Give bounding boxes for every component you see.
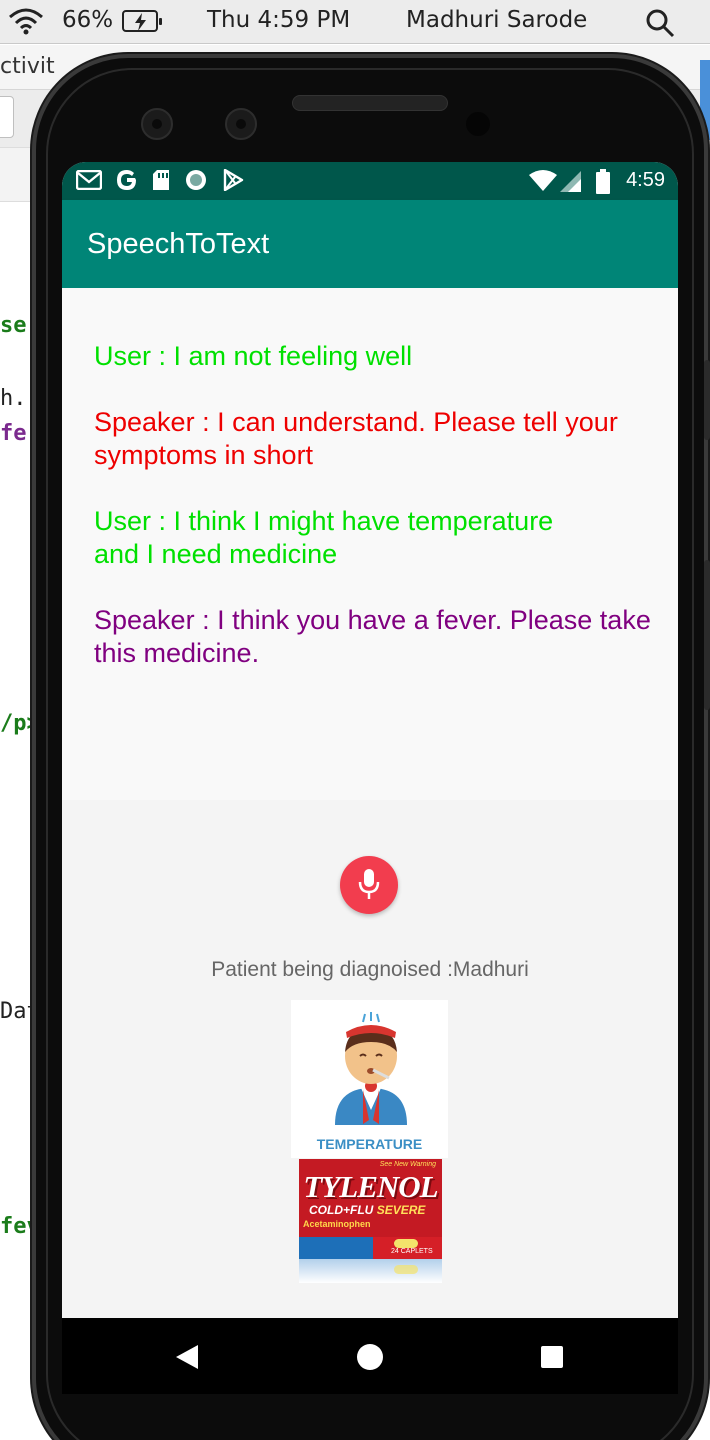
screen-root: 66% Thu 4:59 PM Madhuri Sarode ctivit se… bbox=[0, 0, 710, 1440]
medicine-image: See New Warning TYLENOL COLD+FLU SEVERE … bbox=[299, 1159, 442, 1283]
chat-message: Speaker : I can understand. Please tell … bbox=[94, 407, 618, 470]
circle-notification-icon bbox=[184, 168, 208, 197]
speak-mic-button[interactable] bbox=[340, 856, 398, 914]
caplet-icon bbox=[394, 1239, 418, 1248]
volume-button bbox=[704, 360, 710, 440]
google-icon bbox=[116, 169, 138, 196]
front-camera-icon bbox=[225, 108, 257, 140]
menu-user-name[interactable]: Madhuri Sarode bbox=[406, 7, 587, 33]
app-title: SpeechToText bbox=[87, 228, 270, 260]
play-store-icon bbox=[222, 168, 244, 196]
power-button bbox=[704, 560, 710, 710]
patient-label: Patient being diagnoised :Madhuri bbox=[211, 958, 529, 981]
battery-charging-icon[interactable] bbox=[122, 10, 162, 32]
proximity-sensor bbox=[466, 112, 490, 136]
chat-message: User : I think I might have temperature … bbox=[94, 506, 554, 569]
battery-percent[interactable]: 66% bbox=[62, 7, 113, 33]
medicine-subtitle-prefix: COLD+FLU bbox=[309, 1203, 374, 1217]
front-camera-icon bbox=[141, 108, 173, 140]
medicine-brand: TYLENOL bbox=[303, 1169, 438, 1204]
medicine-reflection bbox=[299, 1259, 442, 1283]
medicine-ingredient: Acetaminophen bbox=[303, 1219, 371, 1229]
sd-card-icon bbox=[152, 169, 170, 196]
back-icon[interactable] bbox=[174, 1344, 200, 1375]
earpiece-speaker bbox=[292, 95, 448, 111]
ide-tab-fragment[interactable]: ctivit bbox=[0, 54, 55, 79]
home-icon[interactable] bbox=[356, 1343, 384, 1376]
code-fragment: se bbox=[0, 313, 27, 338]
sick-person-icon bbox=[335, 1012, 407, 1125]
spotlight-search-icon[interactable] bbox=[645, 8, 675, 42]
chat-message: User : I am not feeling well bbox=[94, 341, 413, 371]
medicine-subtitle: COLD+FLU SEVERE bbox=[309, 1203, 425, 1217]
medicine-count: 24 CAPLETS bbox=[391, 1248, 433, 1255]
medicine-subtitle-emphasis: SEVERE bbox=[376, 1203, 426, 1217]
app-toolbar: SpeechToText bbox=[62, 200, 678, 288]
mac-menu-bar: 66% Thu 4:59 PM Madhuri Sarode bbox=[0, 0, 710, 44]
conversation-panel: User : I am not feeling well Speaker : I… bbox=[62, 288, 678, 800]
caplet-reflection-icon bbox=[394, 1265, 418, 1274]
status-time: 4:59 bbox=[626, 169, 665, 191]
chat-message: Speaker : I think you have a fever. Plea… bbox=[94, 605, 651, 668]
code-fragment: h. bbox=[0, 386, 27, 411]
microphone-icon bbox=[358, 869, 380, 899]
gmail-icon bbox=[75, 169, 103, 195]
recents-icon[interactable] bbox=[540, 1345, 564, 1374]
wifi-icon bbox=[528, 170, 558, 197]
battery-icon bbox=[595, 169, 611, 200]
wifi-icon[interactable] bbox=[6, 6, 46, 40]
code-fragment: fe bbox=[0, 421, 27, 446]
android-nav-bar bbox=[62, 1318, 678, 1394]
ide-toolbar-field[interactable] bbox=[0, 96, 14, 138]
android-screen: 4:59 SpeechToText User : I am not feelin… bbox=[62, 162, 678, 1394]
symptom-caption: TEMPERATURE bbox=[316, 1136, 423, 1152]
android-status-bar: 4:59 bbox=[62, 162, 678, 200]
medicine-note: See New Warning bbox=[379, 1161, 436, 1168]
menu-clock[interactable]: Thu 4:59 PM bbox=[207, 7, 350, 33]
temperature-symptom-image: TEMPERATURE bbox=[291, 1000, 448, 1158]
signal-icon bbox=[560, 171, 582, 198]
